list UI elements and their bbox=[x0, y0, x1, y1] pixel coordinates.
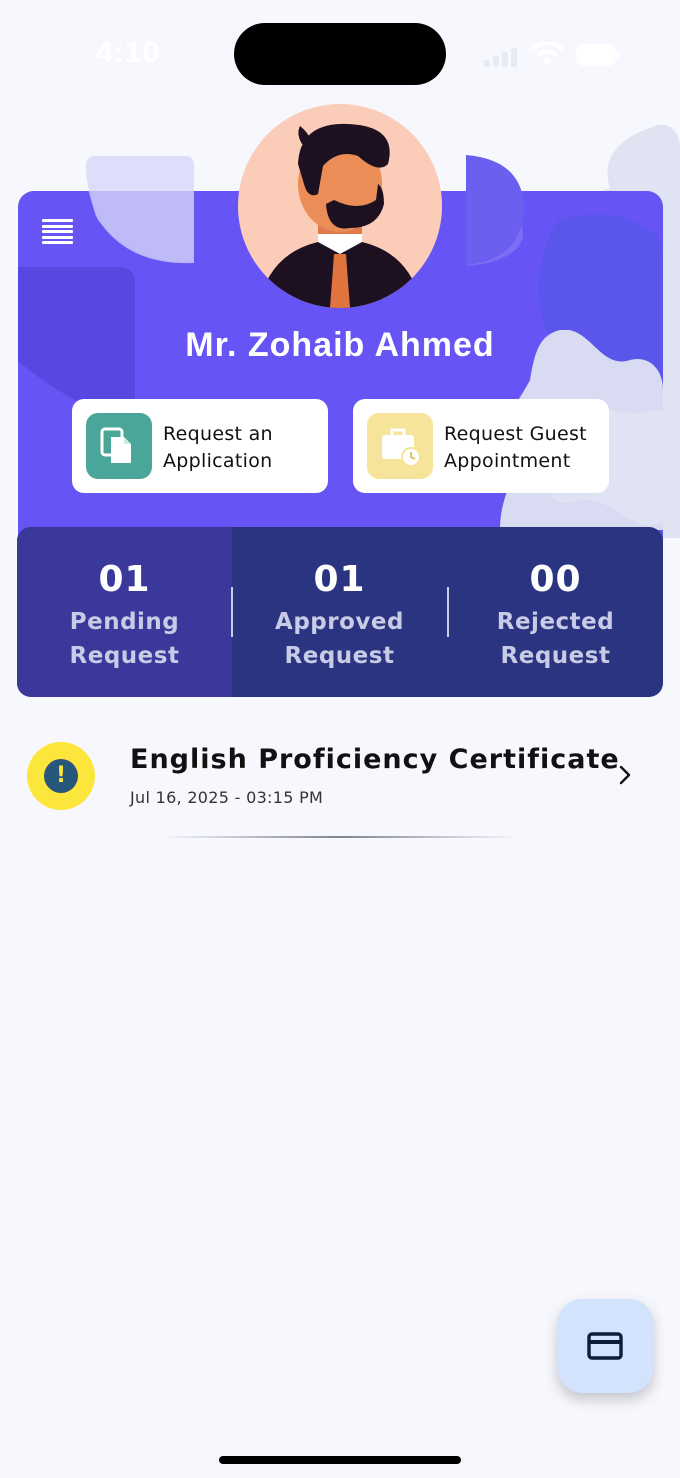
action-label-line: Request an bbox=[163, 423, 273, 445]
stat-label-line: Request bbox=[69, 643, 180, 669]
stat-rejected[interactable]: 00 Rejected Request bbox=[448, 527, 663, 697]
stat-label: Approved Request bbox=[232, 605, 447, 673]
stat-label-line: Request bbox=[500, 643, 611, 669]
request-application-label: Request an Application bbox=[163, 421, 323, 475]
stat-label-line: Rejected bbox=[496, 609, 615, 635]
request-application-button[interactable]: Request an Application bbox=[72, 399, 328, 493]
request-guest-appointment-label: Request Guest Appointment bbox=[444, 421, 604, 475]
cellular-signal-icon bbox=[484, 47, 520, 67]
action-label-line: Request Guest bbox=[444, 423, 587, 445]
dynamic-island bbox=[234, 23, 446, 85]
stat-pending[interactable]: 01 Pending Request bbox=[17, 527, 232, 697]
documents-icon-tile bbox=[86, 413, 152, 479]
chevron-right-icon bbox=[619, 765, 631, 785]
request-guest-appointment-button[interactable]: Request Guest Appointment bbox=[353, 399, 609, 493]
documents-icon bbox=[100, 427, 131, 463]
home-indicator bbox=[219, 1456, 461, 1464]
stat-label-line: Pending bbox=[69, 609, 180, 635]
menu-button[interactable] bbox=[42, 219, 74, 245]
exclamation-icon: ! bbox=[44, 759, 78, 793]
pending-status-icon: ! bbox=[27, 742, 95, 810]
credit-card-icon bbox=[587, 1332, 623, 1360]
status-bar: 4:10 bbox=[0, 0, 680, 110]
action-label-line: Appointment bbox=[444, 450, 571, 472]
status-time: 4:10 bbox=[96, 36, 161, 69]
request-datetime: Jul 16, 2025 - 03:15 PM bbox=[130, 788, 324, 807]
stat-count: 00 bbox=[529, 559, 582, 600]
stat-label-line: Request bbox=[284, 643, 395, 669]
stat-label: Pending Request bbox=[17, 605, 232, 673]
briefcase-clock-icon-tile bbox=[367, 413, 433, 479]
action-label-line: Application bbox=[163, 450, 273, 472]
stat-count: 01 bbox=[98, 559, 151, 600]
user-name: Mr. Zohaib Ahmed bbox=[185, 326, 495, 364]
request-title: English Proficiency Certificate bbox=[130, 744, 620, 775]
list-divider bbox=[160, 836, 520, 838]
stat-approved[interactable]: 01 Approved Request bbox=[232, 527, 447, 697]
payment-fab-button[interactable] bbox=[558, 1299, 653, 1393]
request-stats-bar: 01 Pending Request 01 Approved Request 0… bbox=[17, 527, 663, 697]
briefcase-clock-icon bbox=[382, 428, 421, 467]
stat-label-line: Approved bbox=[275, 609, 404, 635]
man-avatar-icon bbox=[258, 123, 422, 308]
list-item[interactable]: ! English Proficiency Certificate Jul 16… bbox=[0, 730, 680, 830]
wifi-icon bbox=[530, 42, 564, 66]
stat-count: 01 bbox=[313, 559, 366, 600]
battery-icon bbox=[576, 44, 620, 66]
stat-label: Rejected Request bbox=[448, 605, 663, 673]
avatar bbox=[238, 104, 442, 308]
